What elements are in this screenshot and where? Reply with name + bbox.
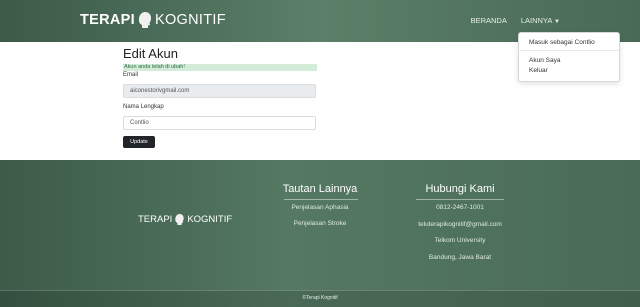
- update-button[interactable]: Update: [123, 136, 155, 148]
- dropdown-item-keluar[interactable]: Keluar: [529, 67, 548, 74]
- footer-brand-text-left: TERAPI: [138, 214, 173, 225]
- brand-logo[interactable]: TERAPI KOGNITIF: [80, 11, 226, 29]
- links-heading-underline: [284, 199, 358, 200]
- footer-head-silhouette-icon: [175, 214, 184, 225]
- nav-lainnya-label: LAINNYA: [520, 16, 552, 25]
- nav-links: BERANDA LAINNYA ▼: [471, 16, 560, 25]
- links-heading: Tautan Lainnya: [282, 183, 358, 195]
- copyright-bar: ©Terapi Kognitif: [0, 290, 640, 307]
- copyright-text: ©Terapi Kognitif: [302, 295, 338, 301]
- lainnya-dropdown-menu: Masuk sebagai Contlio Akun Saya Keluar: [518, 32, 620, 82]
- brand-text-left: TERAPI: [80, 12, 135, 28]
- footer-brand-logo: TERAPI KOGNITIF: [138, 213, 232, 226]
- caret-down-icon: ▼: [554, 19, 560, 25]
- contact-heading: Hubungi Kami: [425, 183, 495, 195]
- contact-university: Telkom University: [434, 237, 486, 244]
- contact-email[interactable]: teluterapikognitif@gmail.com: [385, 221, 535, 228]
- nav-beranda[interactable]: BERANDA: [471, 16, 507, 25]
- name-label: Nama Lengkap: [123, 104, 164, 110]
- contact-city: Bandung, Jawa Barat: [428, 254, 492, 261]
- nav-lainnya[interactable]: LAINNYA ▼: [521, 16, 560, 25]
- dropdown-item-akun-saya[interactable]: Akun Saya: [529, 57, 560, 64]
- dropdown-divider: [519, 50, 619, 51]
- link-stroke[interactable]: Penjelasan Stroke: [270, 220, 370, 227]
- name-field[interactable]: Contlio: [123, 116, 316, 130]
- brand-text-right: KOGNITIF: [154, 12, 226, 28]
- head-silhouette-icon: [138, 12, 152, 28]
- email-field[interactable]: aiconestorivgmail.com: [123, 84, 316, 98]
- footer: TERAPI KOGNITIF Tautan Lainnya Penjelasa…: [0, 160, 640, 307]
- page-title: Edit Akun: [123, 46, 178, 61]
- success-alert: Akun anda telah di ubah!: [123, 64, 317, 71]
- email-label: Email: [123, 72, 139, 78]
- footer-brand-text-right: KOGNITIF: [187, 214, 233, 225]
- link-aphasia[interactable]: Penjelasan Aphasia: [270, 204, 370, 211]
- contact-phone: 0812-2467-1001: [436, 204, 484, 211]
- dropdown-login-status[interactable]: Masuk sebagai Contlio: [529, 39, 595, 46]
- contact-heading-underline: [416, 199, 504, 200]
